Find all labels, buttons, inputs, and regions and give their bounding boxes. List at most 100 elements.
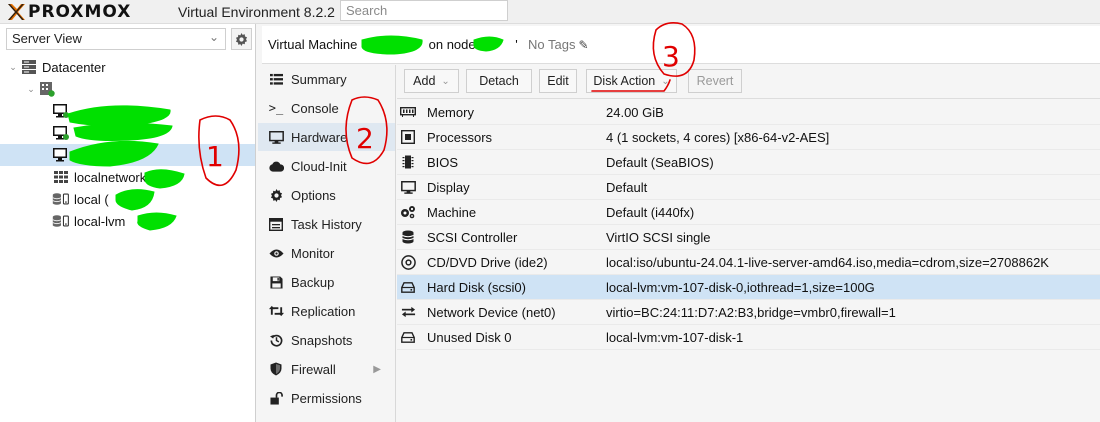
nav-item-console[interactable]: >_ Console <box>258 94 395 122</box>
hardware-row-network-device[interactable]: Network Device (net0) virtio=BC:24:11:D7… <box>397 300 1100 325</box>
unlock-icon <box>267 391 285 405</box>
nav-item-backup[interactable]: Backup <box>258 268 395 296</box>
view-selector[interactable]: Server View ⌄ <box>6 28 226 50</box>
datacenter-icon <box>20 59 38 75</box>
hardware-row-processors[interactable]: Processors 4 (1 sockets, 4 cores) [x86-6… <box>397 125 1100 150</box>
add-label: Add <box>413 74 436 88</box>
hardware-row-hard-disk-selected[interactable]: Hard Disk (scsi0) local-lvm:vm-107-disk-… <box>397 275 1100 300</box>
eye-icon <box>267 248 285 259</box>
expand-toggle-icon[interactable]: ⌄ <box>26 84 36 95</box>
nav-label: Task History <box>291 216 362 232</box>
vm-side-nav: Summary >_ Console Hardware Cloud-Init O… <box>258 65 396 422</box>
nav-item-hardware[interactable]: Hardware <box>258 123 395 151</box>
nav-item-monitor[interactable]: Monitor <box>258 239 395 267</box>
hardware-name: Hard Disk (scsi0) <box>427 279 526 295</box>
summary-icon <box>267 73 285 86</box>
node-suffix: ' <box>515 37 518 52</box>
hardware-name: Network Device (net0) <box>427 304 556 320</box>
hardware-row-display[interactable]: Display Default <box>397 175 1100 200</box>
hardware-row-memory[interactable]: Memory 24.00 GiB <box>397 100 1100 125</box>
tree-item-vm[interactable] <box>0 122 255 144</box>
nav-item-permissions[interactable]: Permissions <box>258 384 395 412</box>
pencil-icon[interactable]: ✎ <box>578 38 588 52</box>
hardware-row-unused-disk[interactable]: Unused Disk 0 local-lvm:vm-107-disk-1 <box>397 325 1100 350</box>
hardware-name: Memory <box>427 104 474 120</box>
network-grid-icon <box>52 169 70 185</box>
chevron-right-icon[interactable]: ▶ <box>373 364 381 375</box>
storage-icon <box>52 191 70 207</box>
proxmox-x-icon <box>8 4 25 20</box>
hardware-row-cdrom[interactable]: CD/DVD Drive (ide2) local:iso/ubuntu-24.… <box>397 250 1100 275</box>
tree-item-storage-local[interactable]: local ( <box>0 188 255 210</box>
cloud-icon <box>267 161 285 172</box>
desktop-icon <box>399 180 417 194</box>
hardware-row-machine[interactable]: Machine Default (i440fx) <box>397 200 1100 225</box>
revert-button[interactable]: Revert <box>688 69 742 93</box>
nav-item-replication[interactable]: Replication <box>258 297 395 325</box>
hardware-value: Default <box>606 179 648 195</box>
add-button[interactable]: Add ⌄ <box>404 69 459 93</box>
hardware-value: 4 (1 sockets, 4 cores) [x86-64-v2-AES] <box>606 129 830 145</box>
nav-item-cloud-init[interactable]: Cloud-Init <box>258 152 395 180</box>
nav-label: Replication <box>291 303 356 319</box>
disk-action-label: Disk Action <box>593 74 656 88</box>
nav-item-snapshots[interactable]: Snapshots <box>258 326 395 354</box>
tree-item-node[interactable]: ⌄ <box>0 78 255 100</box>
tree-item-vm-selected[interactable] <box>0 144 255 166</box>
top-bar: PROXMOX Virtual Environment 8.2.2 <box>0 0 1100 24</box>
hardware-name: BIOS <box>427 154 459 170</box>
storage-icon <box>52 213 70 229</box>
tags-label: No Tags <box>528 37 576 52</box>
view-selector-value: Server View <box>12 31 82 46</box>
hardware-value: Default (SeaBIOS) <box>606 154 714 170</box>
edit-label: Edit <box>547 74 569 88</box>
hardware-value: VirtIO SCSI single <box>606 229 711 245</box>
hardware-row-scsi-controller[interactable]: SCSI Controller VirtIO SCSI single <box>397 225 1100 250</box>
hardware-row-bios[interactable]: BIOS Default (SeaBIOS) <box>397 150 1100 175</box>
tree-item-label: local ( <box>74 191 109 207</box>
vm-header: Virtual Machine on node ' No Tags ✎ <box>262 26 1100 64</box>
hardware-name: Display <box>427 179 470 195</box>
tree-item-label: Datacenter <box>42 59 106 75</box>
exchange-icon <box>399 306 417 318</box>
nav-item-options[interactable]: Options <box>258 181 395 209</box>
nav-label: Summary <box>291 71 347 87</box>
expand-toggle-icon[interactable]: ⌄ <box>8 62 18 73</box>
nav-label: Options <box>291 187 336 203</box>
cogs-icon <box>399 205 417 219</box>
hardware-value: local-lvm:vm-107-disk-1 <box>606 329 744 345</box>
hdd-icon <box>399 331 417 343</box>
nav-label: Permissions <box>291 390 362 406</box>
nav-label: Backup <box>291 274 335 290</box>
nav-item-firewall[interactable]: Firewall ▶ <box>258 355 395 383</box>
detach-button[interactable]: Detach <box>466 69 532 93</box>
nav-label: Firewall <box>291 361 336 377</box>
edit-button[interactable]: Edit <box>539 69 577 93</box>
nav-item-summary[interactable]: Summary <box>258 65 395 93</box>
nav-label: Cloud-Init <box>291 158 347 174</box>
logo-wordmark: PROXMOX <box>28 2 132 22</box>
gear-icon <box>267 188 285 202</box>
tree-item-datacenter[interactable]: ⌄ Datacenter <box>0 56 255 78</box>
nav-label: Snapshots <box>291 332 353 348</box>
chevron-down-icon: ⌄ <box>441 75 450 87</box>
view-settings-button[interactable] <box>231 28 252 50</box>
proxmox-logo[interactable]: PROXMOX <box>6 1 131 23</box>
shield-icon <box>267 362 285 376</box>
tree-item-storage-local-lvm[interactable]: local-lvm <box>0 210 255 232</box>
hardware-value: virtio=BC:24:11:D7:A2:B3,bridge=vmbr0,fi… <box>606 304 896 320</box>
hardware-name: CD/DVD Drive (ide2) <box>427 254 548 270</box>
gear-icon <box>235 32 248 46</box>
search-input[interactable] <box>340 0 508 21</box>
cpu-icon <box>399 130 417 144</box>
chevron-down-icon: ⌄ <box>208 30 219 44</box>
disk-action-button[interactable]: Disk Action ⌄ <box>586 69 677 93</box>
tags-editor[interactable]: No Tags ✎ <box>528 37 589 52</box>
tree-item-vm[interactable] <box>0 100 255 122</box>
title-prefix: Virtual Machine <box>268 37 358 52</box>
nav-item-task-history[interactable]: Task History <box>258 210 395 238</box>
tree-item-network[interactable]: localnetwork <box>0 166 255 188</box>
app-title: Virtual Environment 8.2.2 <box>178 4 335 20</box>
node-icon <box>38 81 56 97</box>
console-icon: >_ <box>268 101 284 115</box>
